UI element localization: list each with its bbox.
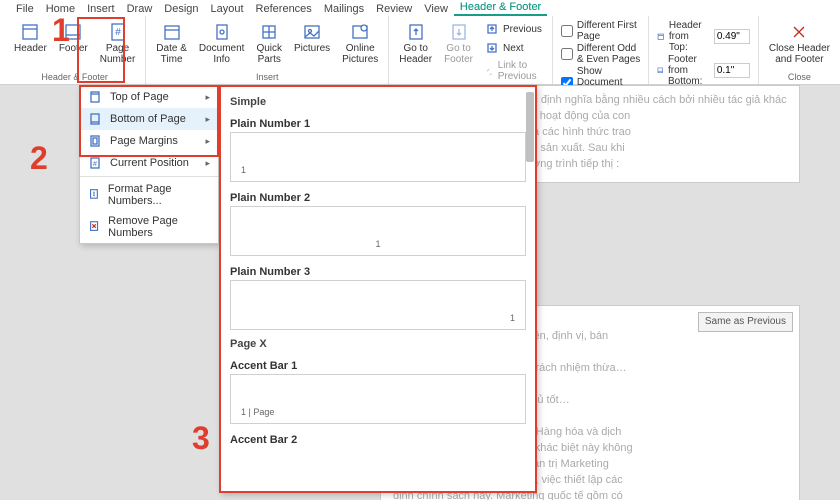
group-insert: Insert bbox=[256, 71, 279, 82]
next-icon bbox=[485, 41, 499, 55]
close-header-footer-button[interactable]: Close Header and Footer bbox=[767, 20, 832, 67]
tab-header-footer[interactable]: Header & Footer bbox=[454, 0, 547, 16]
footer-from-bottom-input[interactable] bbox=[714, 63, 750, 78]
chevron-right-icon: ▸ bbox=[205, 136, 210, 147]
bottom-of-page-icon bbox=[88, 112, 102, 126]
header-button[interactable]: Header bbox=[12, 20, 49, 56]
date-time-button[interactable]: Date & Time bbox=[154, 20, 189, 67]
gallery-item-title: Plain Number 1 bbox=[230, 112, 526, 132]
same-as-previous-badge: Same as Previous bbox=[698, 312, 793, 332]
tab-file[interactable]: File bbox=[10, 2, 40, 16]
format-icon bbox=[88, 188, 100, 202]
footer-icon bbox=[63, 22, 83, 42]
gallery-category-pagex: Page X bbox=[230, 334, 526, 354]
quick-parts-button[interactable]: Quick Parts bbox=[254, 20, 284, 67]
gallery-item-plain-number-3[interactable]: 1 bbox=[230, 280, 526, 330]
group-close: Close bbox=[788, 71, 811, 82]
chevron-right-icon: ▸ bbox=[205, 114, 210, 125]
footer-button[interactable]: Footer bbox=[57, 20, 90, 56]
page-number-icon: # bbox=[108, 22, 128, 42]
header-top-icon bbox=[657, 30, 664, 44]
different-first-page-checkbox[interactable]: Different First Page bbox=[561, 20, 641, 42]
goto-header-icon bbox=[406, 22, 426, 42]
gallery-item-title: Plain Number 2 bbox=[230, 186, 526, 206]
tab-layout[interactable]: Layout bbox=[205, 2, 250, 16]
header-icon bbox=[20, 22, 40, 42]
menu-format-page-numbers[interactable]: Format Page Numbers... bbox=[80, 179, 218, 211]
page-margins-icon bbox=[88, 134, 102, 148]
previous-button[interactable]: Previous bbox=[483, 20, 544, 38]
tab-mailings[interactable]: Mailings bbox=[318, 2, 370, 16]
header-from-top[interactable]: Header from Top: bbox=[657, 20, 749, 53]
online-picture-icon bbox=[350, 22, 370, 42]
online-pictures-button[interactable]: Online Pictures bbox=[340, 20, 380, 67]
gallery-item-title: Accent Bar 2 bbox=[230, 428, 526, 448]
ribbon: Header Footer # Page Number Header & Foo… bbox=[0, 16, 840, 85]
gallery-scrollbar[interactable] bbox=[526, 92, 534, 162]
gallery-item-plain-number-1[interactable]: 1 bbox=[230, 132, 526, 182]
top-of-page-icon bbox=[88, 90, 102, 104]
quick-parts-icon bbox=[259, 22, 279, 42]
menu-page-margins[interactable]: Page Margins▸ bbox=[80, 130, 218, 152]
group-header-footer: Header & Footer bbox=[41, 71, 108, 82]
footer-from-bottom[interactable]: Footer from Bottom: bbox=[657, 54, 749, 87]
svg-text:#: # bbox=[93, 161, 97, 168]
different-odd-even-checkbox[interactable]: Different Odd & Even Pages bbox=[561, 43, 641, 65]
close-icon bbox=[789, 22, 809, 42]
chevron-right-icon: ▸ bbox=[205, 92, 210, 103]
tab-design[interactable]: Design bbox=[158, 2, 204, 16]
gallery-item-plain-number-2[interactable]: 1 bbox=[230, 206, 526, 256]
header-from-top-input[interactable] bbox=[714, 29, 750, 44]
tab-review[interactable]: Review bbox=[370, 2, 418, 16]
document-info-button[interactable]: Document Info bbox=[197, 20, 247, 67]
goto-footer-button[interactable]: Go to Footer bbox=[442, 20, 475, 67]
pictures-button[interactable]: Pictures bbox=[292, 20, 332, 56]
tab-insert[interactable]: Insert bbox=[81, 2, 121, 16]
menu-bottom-of-page[interactable]: Bottom of Page▸ bbox=[80, 108, 218, 130]
page-number-gallery: Simple Plain Number 1 1 Plain Number 2 1… bbox=[219, 85, 537, 493]
chevron-right-icon: ▸ bbox=[205, 158, 210, 169]
tab-draw[interactable]: Draw bbox=[121, 2, 159, 16]
menu-remove-page-numbers[interactable]: Remove Page Numbers bbox=[80, 211, 218, 243]
page-number-button[interactable]: # Page Number bbox=[98, 20, 138, 67]
previous-icon bbox=[485, 22, 499, 36]
gallery-item-title: Plain Number 3 bbox=[230, 260, 526, 280]
page-number-menu: Top of Page▸ Bottom of Page▸ Page Margin… bbox=[79, 85, 219, 244]
tab-view[interactable]: View bbox=[418, 2, 454, 16]
tab-home[interactable]: Home bbox=[40, 2, 81, 16]
menu-top-of-page[interactable]: Top of Page▸ bbox=[80, 86, 218, 108]
goto-header-button[interactable]: Go to Header bbox=[397, 20, 434, 67]
gallery-category-simple: Simple bbox=[230, 92, 526, 112]
link-icon bbox=[485, 64, 494, 78]
picture-icon bbox=[302, 22, 322, 42]
gallery-item-accent-bar-1[interactable]: 1 | Page bbox=[230, 374, 526, 424]
menu-current-position[interactable]: #Current Position▸ bbox=[80, 152, 218, 174]
svg-text:#: # bbox=[115, 27, 121, 38]
gallery-item-title: Accent Bar 1 bbox=[230, 354, 526, 374]
remove-icon bbox=[88, 220, 100, 234]
goto-footer-icon bbox=[449, 22, 469, 42]
tab-bar: File Home Insert Draw Design Layout Refe… bbox=[0, 0, 840, 16]
current-position-icon: # bbox=[88, 156, 102, 170]
calendar-icon bbox=[162, 22, 182, 42]
tab-references[interactable]: References bbox=[250, 2, 318, 16]
next-button[interactable]: Next bbox=[483, 39, 544, 57]
link-previous-button[interactable]: Link to Previous bbox=[483, 58, 544, 84]
footer-bottom-icon bbox=[657, 64, 664, 78]
doc-info-icon bbox=[212, 22, 232, 42]
